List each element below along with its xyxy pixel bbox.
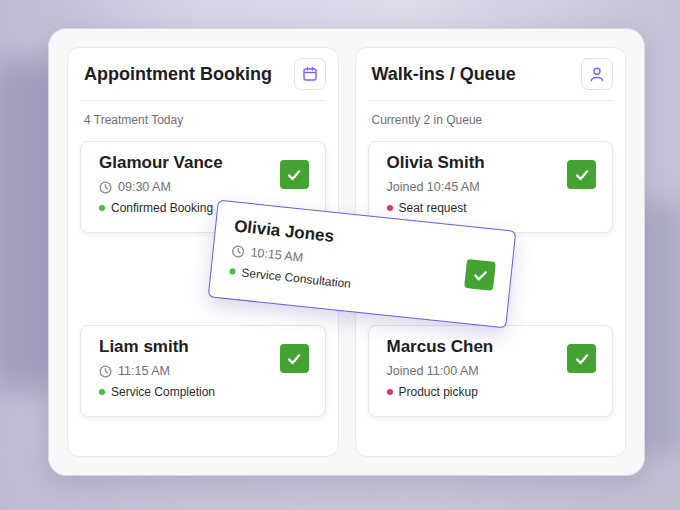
- check-icon: [574, 351, 590, 367]
- calendar-icon: [302, 66, 318, 82]
- time-text: Joined 10:45 AM: [387, 180, 480, 194]
- status-row: Confirmed Booking: [99, 201, 223, 215]
- status-text: Product pickup: [399, 385, 478, 399]
- panel-icon-button[interactable]: [294, 58, 326, 90]
- check-icon: [471, 266, 489, 284]
- status-text: Service Consultation: [241, 265, 352, 290]
- clock-icon: [99, 365, 112, 378]
- status-dot: [229, 268, 236, 275]
- panel-title: Walk-ins / Queue: [372, 64, 516, 85]
- check-icon: [286, 167, 302, 183]
- clock-icon: [99, 181, 112, 194]
- booking-card[interactable]: Marcus Chen Joined 11:00 AM Product pick…: [368, 325, 614, 417]
- time-row: 11:15 AM: [99, 364, 215, 378]
- time-row: Joined 10:45 AM: [387, 180, 485, 194]
- status-dot: [99, 389, 105, 395]
- check-box[interactable]: [280, 160, 309, 189]
- time-row: Joined 11:00 AM: [387, 364, 494, 378]
- board-window: Appointment Booking 4 Treatment Today Gl…: [48, 28, 645, 476]
- person-icon: [589, 66, 605, 82]
- check-icon: [286, 351, 302, 367]
- status-row: Service Completion: [99, 385, 215, 399]
- check-icon: [574, 167, 590, 183]
- client-name: Liam smith: [99, 337, 215, 357]
- panel-icon-button[interactable]: [581, 58, 613, 90]
- check-box[interactable]: [280, 344, 309, 373]
- status-row: Seat request: [387, 201, 485, 215]
- time-row: 09:30 AM: [99, 180, 223, 194]
- panel-header: Walk-ins / Queue: [368, 58, 614, 101]
- check-box[interactable]: [464, 259, 496, 291]
- time-text: 09:30 AM: [118, 180, 171, 194]
- status-dot: [387, 205, 393, 211]
- status-text: Confirmed Booking: [111, 201, 213, 215]
- status-dot: [387, 389, 393, 395]
- status-row: Product pickup: [387, 385, 494, 399]
- panel-header: Appointment Booking: [80, 58, 326, 101]
- panel-subtitle: Currently 2 in Queue: [368, 113, 614, 127]
- client-name: Marcus Chen: [387, 337, 494, 357]
- client-name: Olivia Jones: [233, 216, 356, 249]
- time-text: Joined 11:00 AM: [387, 364, 479, 378]
- client-name: Olivia Smith: [387, 153, 485, 173]
- panel-title: Appointment Booking: [84, 64, 272, 85]
- status-text: Service Completion: [111, 385, 215, 399]
- status-text: Seat request: [399, 201, 467, 215]
- check-box[interactable]: [567, 344, 596, 373]
- panel-subtitle: 4 Treatment Today: [80, 113, 326, 127]
- client-name: Glamour Vance: [99, 153, 223, 173]
- status-row: Service Consultation: [229, 264, 352, 291]
- check-box[interactable]: [567, 160, 596, 189]
- status-dot: [99, 205, 105, 211]
- time-text: 11:15 AM: [118, 364, 170, 378]
- time-text: 10:15 AM: [250, 245, 304, 264]
- clock-icon: [231, 244, 245, 258]
- booking-card[interactable]: Liam smith 11:15 AM Service Completion: [80, 325, 326, 417]
- background-photo: Appointment Booking 4 Treatment Today Gl…: [0, 0, 680, 510]
